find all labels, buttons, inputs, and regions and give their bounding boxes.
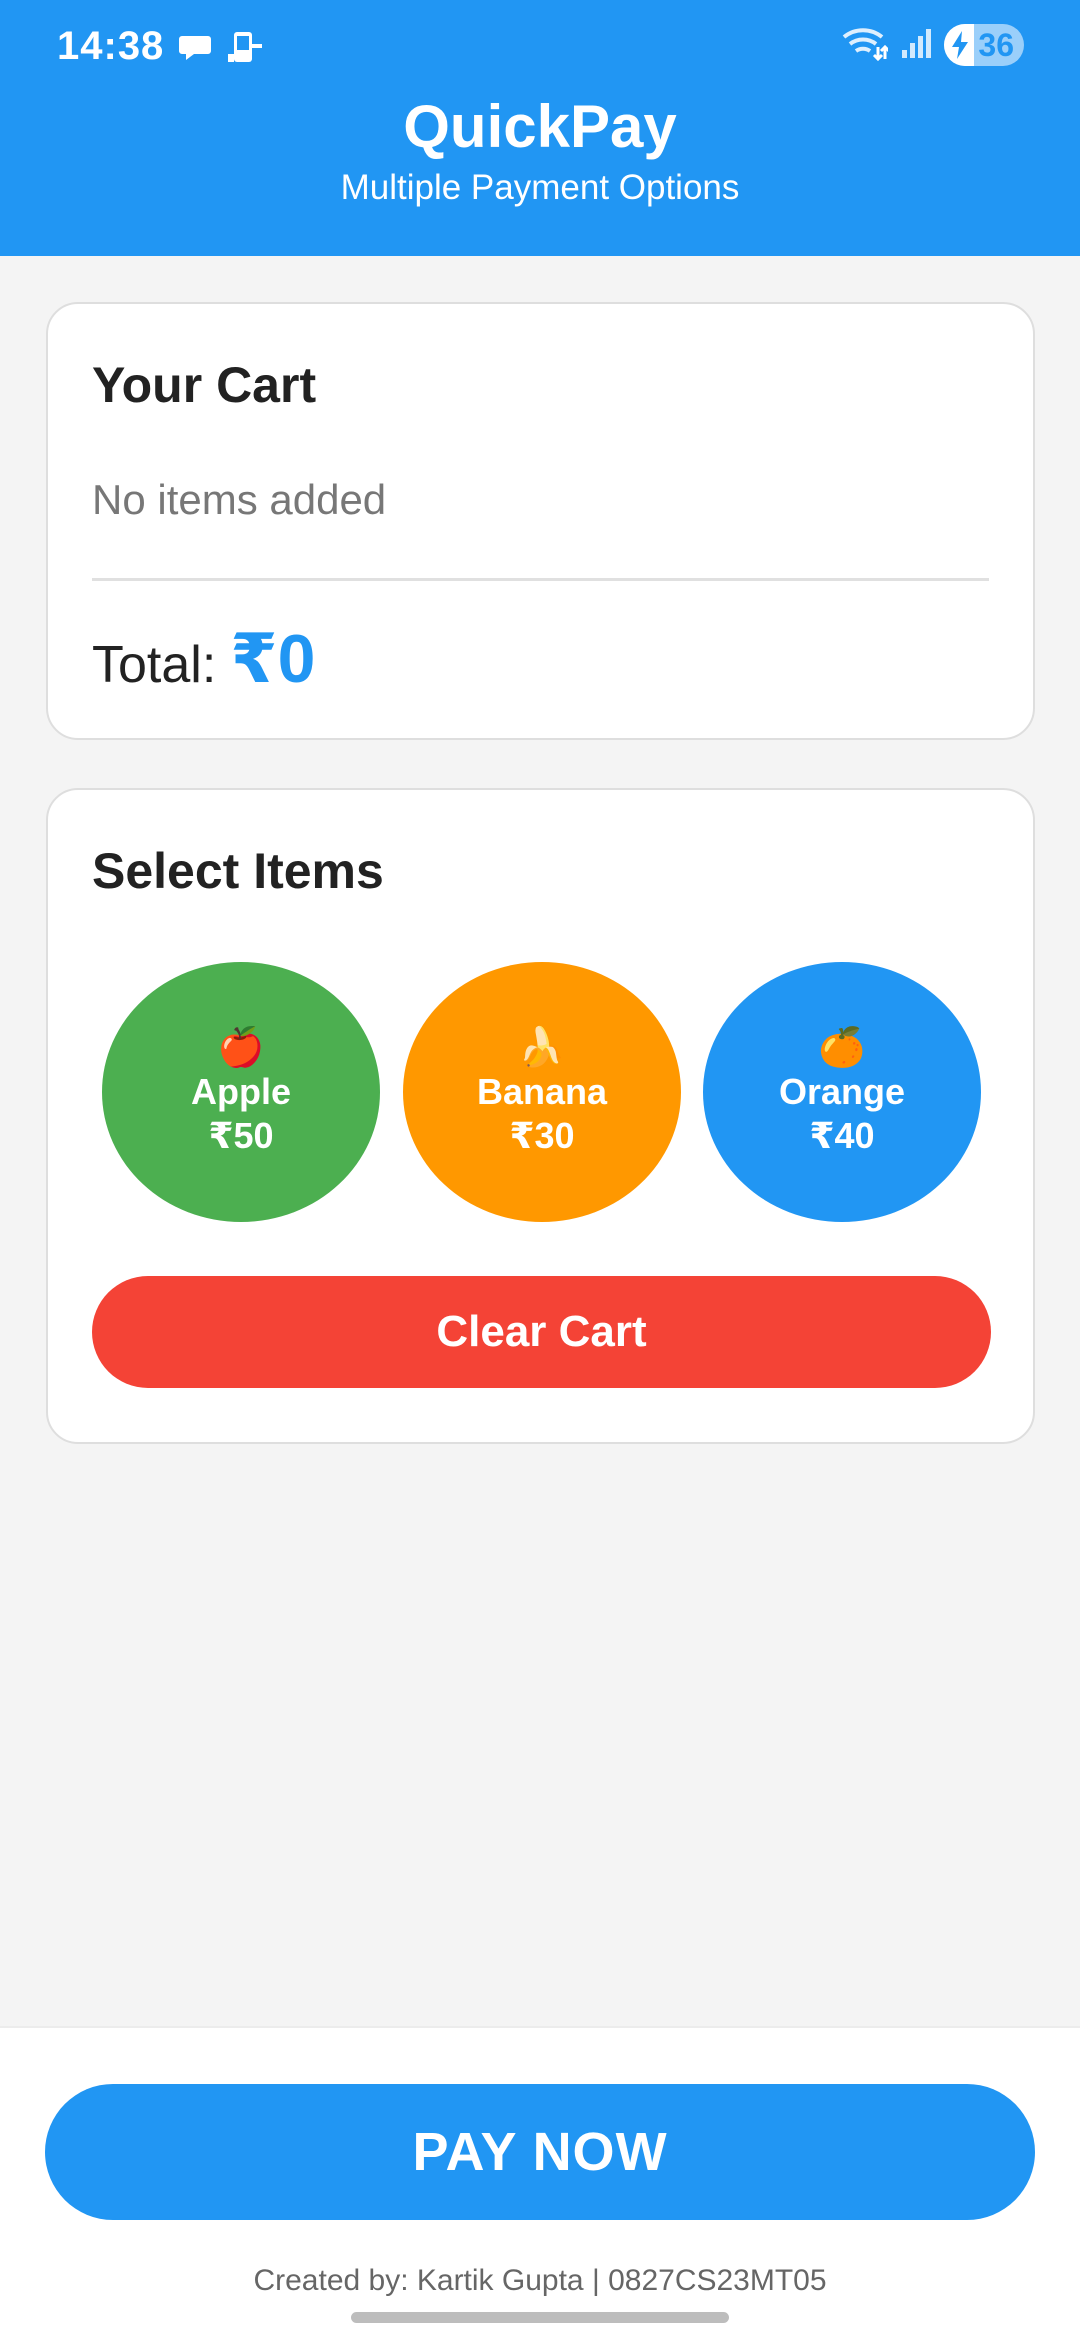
cart-empty-message: No items added [92, 476, 387, 523]
banana-icon: 🍌 [518, 1027, 566, 1069]
chat-bubble-icon [178, 30, 212, 71]
item-name: Orange [778, 1071, 906, 1112]
footer-credit: Created by: Kartik Gupta | 0827CS23MT05 [253, 2264, 827, 2297]
app-header: 14:38 36 QuickPay Multiple Payment Optio… [0, 0, 1080, 256]
item-price: ₹50 [208, 1115, 274, 1156]
cart-title: Your Cart [92, 357, 317, 413]
select-items-card: Select Items 🍎 Apple ₹50 🍌 Banana ₹30 🍊 … [46, 788, 1035, 1444]
item-apple-button[interactable]: 🍎 Apple ₹50 [102, 962, 380, 1222]
status-system-icons: 36 [842, 24, 1024, 66]
app-title: QuickPay [403, 93, 677, 160]
total-label: Total: [92, 636, 217, 694]
app-subtitle: Multiple Payment Options [340, 168, 740, 207]
orange-icon: 🍊 [818, 1027, 866, 1069]
bottom-panel: PAY NOW Created by: Kartik Gupta | 0827C… [0, 2026, 1080, 2340]
item-price: ₹30 [509, 1115, 575, 1156]
apple-icon: 🍎 [217, 1027, 265, 1069]
cart-total-row: Total: ₹0 [92, 620, 315, 699]
clear-cart-button[interactable]: Clear Cart [92, 1276, 991, 1388]
status-bar: 14:38 36 [0, 0, 1080, 96]
item-name: Apple [190, 1071, 291, 1112]
item-banana-button[interactable]: 🍌 Banana ₹30 [403, 962, 681, 1222]
battery-level: 36 [978, 26, 1014, 63]
cart-divider [92, 578, 989, 581]
item-name: Banana [476, 1071, 608, 1112]
item-price: ₹40 [809, 1115, 875, 1156]
signal-icon [900, 26, 932, 65]
select-items-title: Select Items [92, 843, 384, 899]
status-notification-icons [178, 30, 264, 71]
cart-card: Your Cart No items added Total: ₹0 [46, 302, 1035, 740]
status-time: 14:38 [57, 24, 165, 68]
home-indicator[interactable] [351, 2312, 729, 2323]
item-orange-button[interactable]: 🍊 Orange ₹40 [703, 962, 981, 1222]
total-value: ₹0 [230, 621, 316, 697]
charging-bolt-icon [952, 31, 968, 59]
pay-now-button[interactable]: PAY NOW [45, 2084, 1035, 2220]
battery-icon: 36 [944, 24, 1024, 66]
sim-phone-icon [226, 30, 264, 71]
wifi-icon [842, 25, 891, 66]
